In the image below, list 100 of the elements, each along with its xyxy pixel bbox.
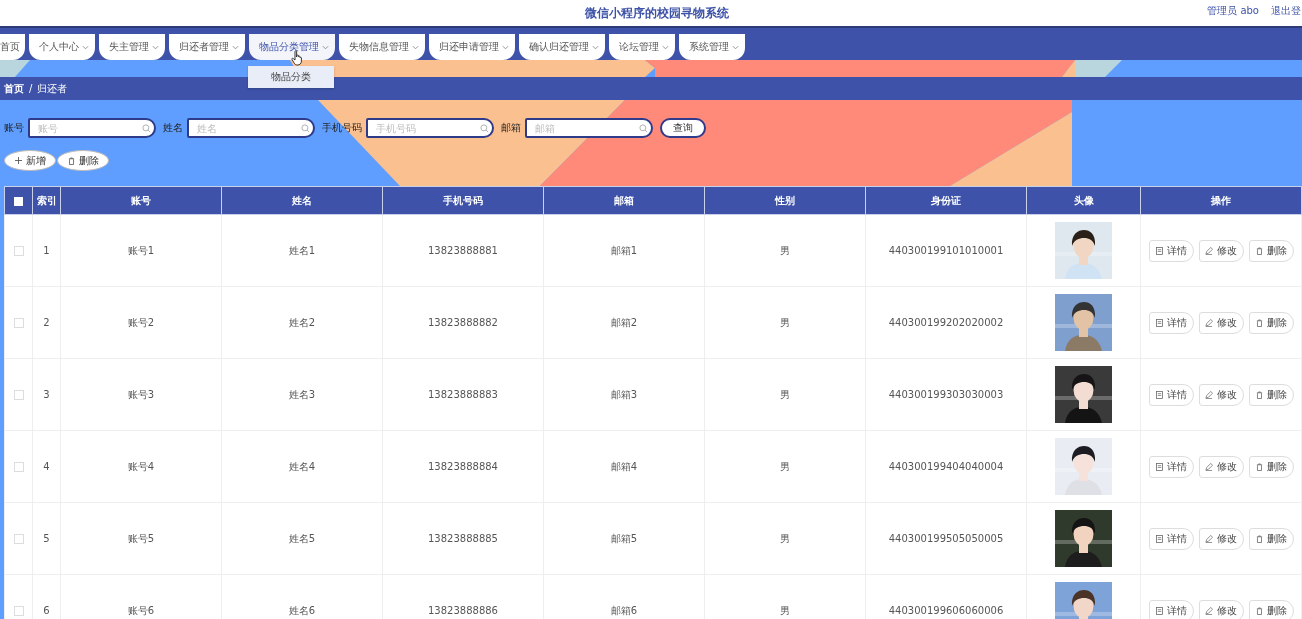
details-button[interactable]: 详情 xyxy=(1148,311,1194,334)
details-button[interactable]: 详情 xyxy=(1148,527,1194,550)
nav-tab[interactable]: 个人中心 xyxy=(29,34,95,60)
table-cell: 2 xyxy=(32,286,61,359)
caret-icon xyxy=(322,44,329,50)
user-name: 管理员 abo xyxy=(1207,4,1259,18)
column-header: 性别 xyxy=(704,186,866,215)
table-cell: 男 xyxy=(704,358,866,431)
field-label: 邮箱 xyxy=(501,121,521,135)
pencil-icon xyxy=(1205,390,1213,399)
table-cell: 邮箱2 xyxy=(543,286,705,359)
search-field[interactable]: 账号 xyxy=(28,118,156,138)
trash-icon xyxy=(1255,462,1263,471)
edit-button[interactable]: 修改 xyxy=(1198,311,1244,334)
document-icon xyxy=(1155,246,1163,255)
delete-button[interactable]: 删除 xyxy=(1248,455,1294,478)
document-icon xyxy=(1155,606,1163,615)
table-cell: 账号1 xyxy=(60,214,222,287)
details-button[interactable]: 详情 xyxy=(1148,455,1194,478)
edit-button[interactable]: 修改 xyxy=(1198,599,1244,619)
select-all-checkbox[interactable] xyxy=(14,196,23,206)
details-button[interactable]: 详情 xyxy=(1148,239,1194,262)
search-field[interactable]: 姓名 xyxy=(187,118,315,138)
delete-button[interactable]: 删除 xyxy=(1248,311,1294,334)
row-checkbox[interactable] xyxy=(13,606,24,616)
table-cell: 4 xyxy=(32,430,61,503)
field-label: 姓名 xyxy=(163,121,183,135)
caret-icon xyxy=(82,44,89,50)
nav-tab[interactable]: 失主管理 xyxy=(99,34,165,60)
nav-tab[interactable]: 论坛管理 xyxy=(609,34,675,60)
dropdown-item[interactable]: 物品分类 xyxy=(248,66,334,88)
search-field[interactable]: 手机号码 xyxy=(366,118,494,138)
row-checkbox[interactable] xyxy=(13,318,24,328)
column-header: 操作 xyxy=(1140,186,1302,215)
row-checkbox[interactable] xyxy=(13,390,24,400)
nav-tab[interactable]: 失物信息管理 xyxy=(339,34,425,60)
column-header: 姓名 xyxy=(221,186,383,215)
table-cell: 账号5 xyxy=(60,502,222,575)
hand-cursor-icon xyxy=(291,50,303,66)
column-header: 邮箱 xyxy=(543,186,705,215)
column-header: 头像 xyxy=(1026,186,1141,215)
row-checkbox[interactable] xyxy=(13,534,24,544)
table-cell: 13823888885 xyxy=(382,502,544,575)
search-icon xyxy=(639,124,648,133)
search-icon xyxy=(301,124,310,133)
table-cell: 440300199303030003 xyxy=(865,358,1027,431)
table-cell: 男 xyxy=(704,502,866,575)
breadcrumb-separator: / xyxy=(29,83,33,94)
trash-icon xyxy=(1255,606,1263,615)
breadcrumb-item[interactable]: 首页 xyxy=(4,81,24,96)
edit-button[interactable]: 修改 xyxy=(1198,455,1244,478)
table-cell: 账号4 xyxy=(60,430,222,503)
caret-icon xyxy=(592,44,599,50)
table-cell: 3 xyxy=(32,358,61,431)
edit-button[interactable]: 修改 xyxy=(1198,527,1244,550)
logout-link[interactable]: 退出登 xyxy=(1271,4,1301,18)
nav-tab[interactable]: 系统管理 xyxy=(679,34,745,60)
delete-button[interactable]: 删除 xyxy=(1248,239,1294,262)
row-checkbox[interactable] xyxy=(13,462,24,472)
search-icon xyxy=(480,124,489,133)
caret-icon xyxy=(502,44,509,50)
app-title: 微信小程序的校园寻物系统 xyxy=(585,4,729,22)
pencil-icon xyxy=(1205,606,1213,615)
table-cell: 440300199101010001 xyxy=(865,214,1027,287)
query-button[interactable]: 查询 xyxy=(660,118,706,138)
nav-tab[interactable]: 确认归还管理 xyxy=(519,34,605,60)
trash-icon xyxy=(67,156,75,165)
details-button[interactable]: 详情 xyxy=(1148,383,1194,406)
table-cell: 440300199202020002 xyxy=(865,286,1027,359)
caret-icon xyxy=(412,44,419,50)
table-cell: 13823888882 xyxy=(382,286,544,359)
nav-tab[interactable]: 首页 xyxy=(0,34,25,60)
delete-button[interactable]: 删除 xyxy=(1248,599,1294,619)
nav-tab[interactable]: 归还申请管理 xyxy=(429,34,515,60)
table-cell: 账号2 xyxy=(60,286,222,359)
nav-tab[interactable]: 物品分类管理 xyxy=(249,34,335,60)
pencil-icon xyxy=(1205,462,1213,471)
table-cell: 姓名5 xyxy=(221,502,383,575)
edit-button[interactable]: 修改 xyxy=(1198,383,1244,406)
edit-button[interactable]: 修改 xyxy=(1198,239,1244,262)
pencil-icon xyxy=(1205,318,1213,327)
document-icon xyxy=(1155,534,1163,543)
table-cell: 13823888883 xyxy=(382,358,544,431)
table-cell: 440300199404040004 xyxy=(865,430,1027,503)
nav-tab[interactable]: 归还者管理 xyxy=(169,34,245,60)
table-cell: 姓名2 xyxy=(221,286,383,359)
document-icon xyxy=(1155,390,1163,399)
breadcrumb-item: 归还者 xyxy=(37,81,68,96)
column-header: 身份证 xyxy=(865,186,1027,215)
table-cell: 邮箱3 xyxy=(543,358,705,431)
caret-icon xyxy=(662,44,669,50)
field-label: 账号 xyxy=(4,121,24,135)
row-checkbox[interactable] xyxy=(13,246,24,256)
delete-button[interactable]: 删除 xyxy=(1248,527,1294,550)
search-icon xyxy=(142,124,151,133)
table-cell: 男 xyxy=(704,430,866,503)
table-cell: 男 xyxy=(704,214,866,287)
trash-icon xyxy=(1255,246,1263,255)
delete-button[interactable]: 删除 xyxy=(1248,383,1294,406)
details-button[interactable]: 详情 xyxy=(1148,599,1194,619)
